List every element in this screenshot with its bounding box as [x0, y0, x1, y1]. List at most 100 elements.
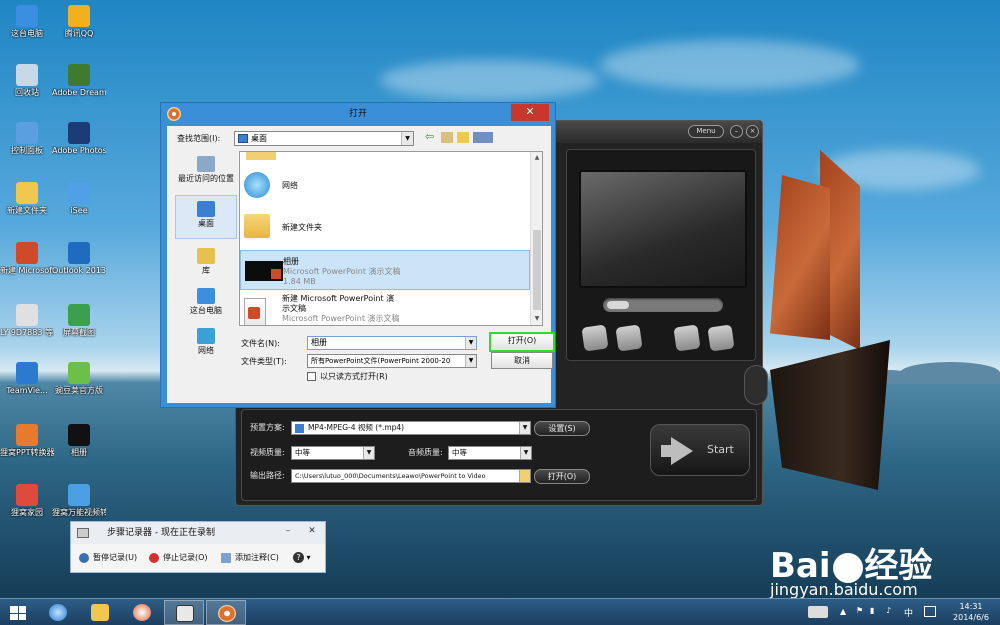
- desktop-icon-item[interactable]: LY 9D7883 等..._副本: [0, 304, 54, 338]
- action-center-icon[interactable]: [924, 606, 936, 617]
- file-type: Microsoft PowerPoint 演示文稿: [282, 314, 400, 323]
- file-list[interactable]: 网络 新建文件夹 相册 Microsoft PowerPoint 演示文稿 1.…: [239, 151, 543, 326]
- file-name: 相册: [283, 257, 299, 266]
- desktop-icon-item[interactable]: 回收站: [0, 64, 54, 98]
- list-item[interactable]: 新建文件夹: [240, 208, 530, 248]
- start-arrow-icon: [671, 437, 693, 465]
- preset-select[interactable]: MP4-MPEG-4 视频 (*.mp4) ▼: [291, 421, 531, 435]
- desktop-icon-item[interactable]: Outlook 2013: [52, 242, 106, 276]
- place-item[interactable]: 网络: [175, 323, 237, 367]
- place-item[interactable]: 库: [175, 243, 237, 287]
- desktop-icon-label: 狸窝家园: [11, 508, 43, 517]
- desktop-icon-label: 新建 Microsoft...: [0, 266, 54, 275]
- next-button[interactable]: [707, 324, 735, 352]
- close-button[interactable]: ✕: [301, 525, 323, 539]
- output-path-input[interactable]: C:\Users\lutuo_000\Documents\Leawo\Power…: [291, 469, 531, 483]
- progress-slider[interactable]: [603, 298, 723, 312]
- open-folder-button[interactable]: 打开(O): [534, 469, 590, 484]
- file-list-scrollbar[interactable]: ▲ ▼: [530, 152, 542, 325]
- minimize-button[interactable]: –: [730, 125, 743, 138]
- play-button[interactable]: [615, 324, 643, 352]
- desktop-icon-item[interactable]: Adobe Photosh...: [52, 122, 106, 156]
- start-button[interactable]: Start: [650, 424, 750, 476]
- minimize-button[interactable]: –: [277, 525, 299, 539]
- scroll-down-icon[interactable]: ▼: [531, 313, 542, 325]
- filename-input[interactable]: 相册 ▼: [307, 336, 477, 350]
- taskbar-ppt-converter[interactable]: [206, 600, 246, 625]
- desktop-icon-label: 控制面板: [11, 146, 43, 155]
- prev-button[interactable]: [581, 324, 609, 352]
- scroll-up-icon[interactable]: ▲: [531, 152, 542, 164]
- taskbar-explorer[interactable]: [80, 600, 120, 625]
- list-item[interactable]: 新建 Microsoft PowerPoint 演 示文稿 Microsoft …: [240, 292, 530, 325]
- taskbar-app[interactable]: [122, 600, 162, 625]
- cancel-button[interactable]: 取消: [491, 352, 553, 369]
- pause-label: 暂停记录(U): [93, 553, 138, 562]
- filetype-select[interactable]: 所有PowerPoint文件(PowerPoint 2000-20 ▼: [307, 354, 477, 368]
- settings-button[interactable]: 设置(S): [534, 421, 590, 436]
- folder-icon: [246, 152, 276, 160]
- volume-icon[interactable]: ♪: [886, 606, 891, 625]
- desktop-icon: [197, 201, 215, 217]
- place-label: 这台电脑: [190, 306, 222, 315]
- network-icon[interactable]: ▮: [870, 606, 874, 625]
- close-button[interactable]: ×: [746, 125, 759, 138]
- scrollbar-thumb[interactable]: [533, 230, 541, 310]
- ime-indicator[interactable]: 中: [904, 606, 913, 625]
- new-folder-icon[interactable]: [457, 132, 469, 143]
- app-icon: [16, 182, 38, 204]
- taskbar-ie[interactable]: [38, 600, 78, 625]
- desktop-icon-item[interactable]: Adobe Dreamwe...: [52, 64, 106, 98]
- add-comment-button[interactable]: 添加注释(C): [221, 551, 279, 565]
- up-folder-icon[interactable]: [441, 132, 453, 143]
- desktop-icon-item[interactable]: TeamVie...: [0, 362, 54, 396]
- readonly-checkbox[interactable]: [307, 372, 316, 381]
- place-label: 桌面: [198, 219, 214, 228]
- network-icon: [244, 172, 270, 198]
- desktop-icon-item[interactable]: 腾讯QQ: [52, 5, 106, 39]
- place-item[interactable]: 最近访问的位置: [175, 151, 237, 195]
- side-toggle[interactable]: [744, 365, 768, 405]
- keyboard-icon[interactable]: [808, 606, 828, 618]
- menu-button[interactable]: Menu: [688, 125, 724, 138]
- start-label: Start: [707, 443, 734, 456]
- desktop-icon-item[interactable]: 相册: [52, 424, 106, 458]
- desktop-icon-item[interactable]: 新建 Microsoft...: [0, 242, 54, 276]
- list-item[interactable]: 网络: [240, 166, 530, 206]
- desktop-icon-item[interactable]: 狸窝PPT转换器: [0, 424, 54, 458]
- clock[interactable]: 14:31 2014/6/6: [946, 601, 996, 623]
- audio-quality-select[interactable]: 中等 ▼: [448, 446, 532, 460]
- desktop-icon-item[interactable]: 控制面板: [0, 122, 54, 156]
- slider-knob[interactable]: [607, 301, 629, 309]
- place-item[interactable]: 桌面: [175, 195, 237, 239]
- menu-label: Menu: [696, 127, 716, 135]
- back-arrow-icon[interactable]: ⇦: [425, 131, 437, 143]
- taskbar-steps-recorder[interactable]: [164, 600, 204, 625]
- desktop-icon-item[interactable]: 这台电脑: [0, 5, 54, 39]
- desktop-icon-item[interactable]: 狸窝家园: [0, 484, 54, 518]
- desktop-icon-item[interactable]: 屏幕截图: [52, 304, 106, 338]
- converter-icon: [218, 605, 236, 622]
- folder-icon[interactable]: [519, 470, 530, 482]
- desktop-icon-item[interactable]: 新建文件夹: [0, 182, 54, 216]
- desktop-icon-item[interactable]: iSee: [52, 182, 106, 216]
- stop-record-button[interactable]: 停止记录(O): [149, 551, 208, 565]
- desktop-icon-item[interactable]: 狸窝万能视频转换: [52, 484, 106, 518]
- list-item[interactable]: 相册 Microsoft PowerPoint 演示文稿 1.84 MB: [240, 250, 530, 290]
- stop-button[interactable]: [673, 324, 701, 352]
- chevron-down-icon: ▼: [465, 355, 476, 367]
- lookin-select[interactable]: 桌面 ▼: [234, 131, 414, 146]
- view-menu-icon[interactable]: [473, 132, 493, 143]
- place-item[interactable]: 这台电脑: [175, 283, 237, 327]
- tray-up-arrow-icon[interactable]: ▲: [840, 607, 846, 625]
- dialog-close-button[interactable]: ✕: [511, 104, 549, 121]
- flag-icon[interactable]: ⚑: [856, 606, 863, 625]
- start-button[interactable]: [0, 600, 40, 625]
- comment-label: 添加注释(C): [235, 553, 279, 562]
- open-button[interactable]: 打开(O): [489, 332, 555, 352]
- help-button[interactable]: ? ▾: [293, 551, 311, 565]
- pause-record-button[interactable]: 暂停记录(U): [79, 551, 137, 565]
- filename-label: 文件名(N):: [241, 339, 280, 348]
- video-quality-select[interactable]: 中等 ▼: [291, 446, 375, 460]
- desktop-icon-item[interactable]: 豌豆荚官方版: [52, 362, 106, 396]
